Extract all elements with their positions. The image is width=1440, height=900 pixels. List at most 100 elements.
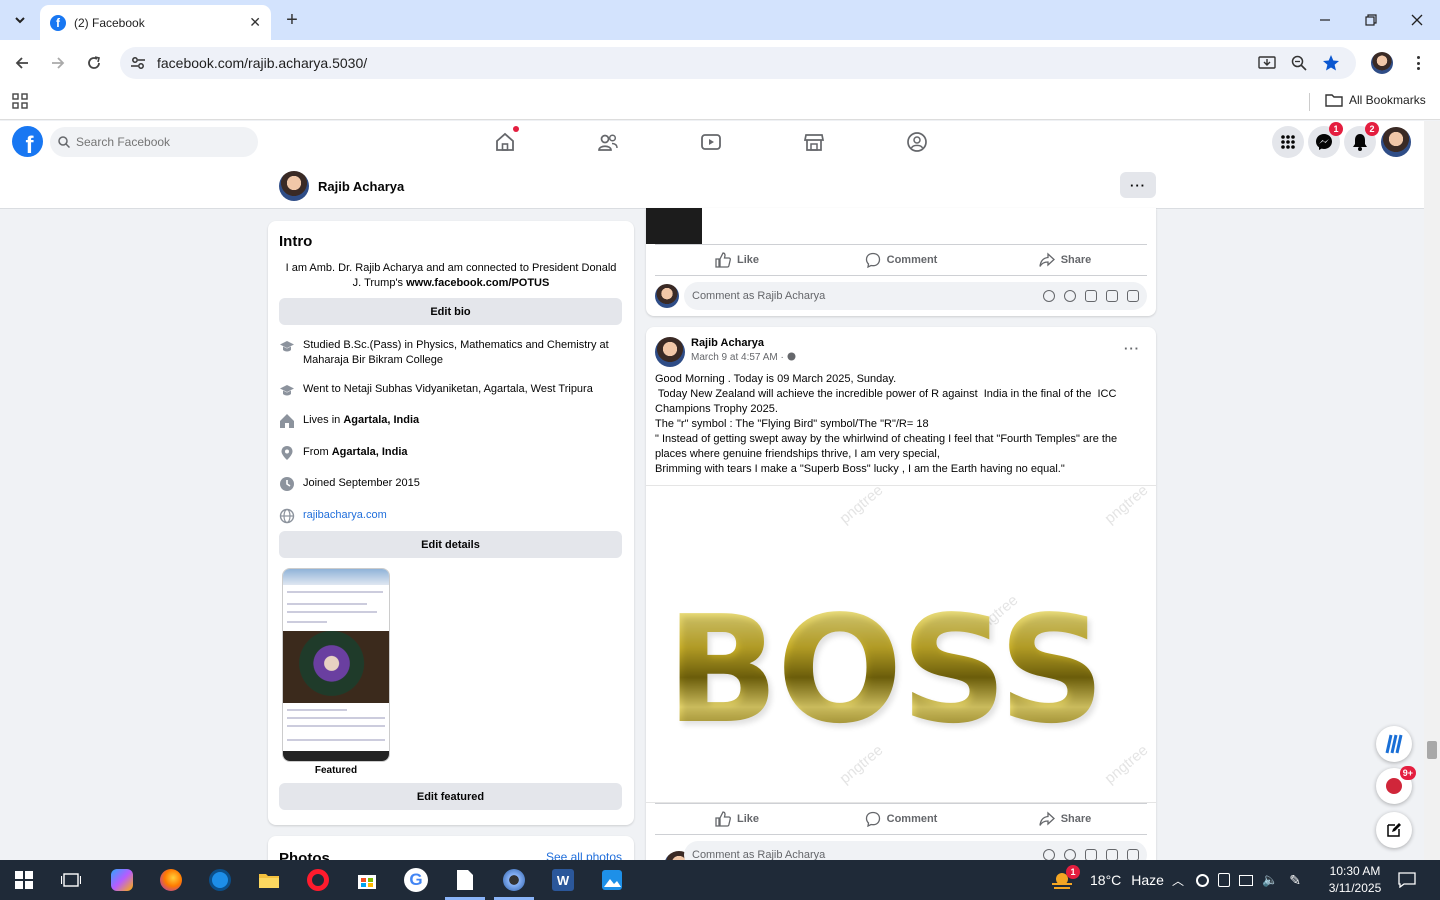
post-timestamp[interactable]: March 9 at 4:57 AM ·: [691, 352, 796, 363]
new-tab-button[interactable]: +: [280, 8, 304, 32]
comment-button[interactable]: Comment: [819, 245, 983, 275]
device-icon[interactable]: [1218, 873, 1231, 887]
search-input[interactable]: [76, 135, 246, 149]
install-app-icon[interactable]: [1258, 54, 1276, 72]
nav-friends[interactable]: [595, 129, 621, 155]
share-button[interactable]: Share: [983, 245, 1147, 275]
featured-thumb-line: [287, 621, 327, 623]
notepad-app[interactable]: [451, 866, 479, 894]
opera-app[interactable]: [304, 866, 332, 894]
detail-joined: Joined September 2015: [279, 476, 619, 492]
file-explorer-app[interactable]: [255, 866, 283, 894]
post-options-button[interactable]: ···: [1124, 341, 1140, 356]
profile-more-button[interactable]: ···: [1120, 172, 1156, 198]
new-message-button[interactable]: [1376, 812, 1412, 848]
chrome-app[interactable]: G: [402, 866, 430, 894]
nav-home[interactable]: [492, 126, 519, 155]
notification-center-button[interactable]: [1398, 860, 1416, 900]
edit-featured-button[interactable]: Edit featured: [279, 783, 622, 810]
notifications-button[interactable]: 2: [1344, 122, 1379, 158]
featured-thumb-line: [287, 709, 347, 711]
bookmark-star-icon[interactable]: [1322, 54, 1340, 72]
site-settings-icon[interactable]: [130, 55, 146, 71]
close-window-button[interactable]: [1394, 0, 1440, 40]
comment-button[interactable]: Comment: [819, 804, 983, 834]
copilot-app[interactable]: [108, 866, 136, 894]
volume-icon[interactable]: 🔈: [1262, 872, 1278, 888]
reload-button[interactable]: [80, 49, 108, 77]
pen-icon[interactable]: ✎: [1289, 872, 1301, 889]
sticker-icon[interactable]: [1127, 290, 1139, 302]
app-photos[interactable]: [500, 866, 528, 894]
apps-grid-icon[interactable]: [12, 93, 28, 109]
nav-marketplace[interactable]: [801, 129, 827, 155]
browser-profile-avatar[interactable]: [1371, 52, 1393, 74]
task-view-button[interactable]: [57, 866, 85, 894]
reload-icon: [88, 56, 100, 69]
word-app[interactable]: W: [549, 866, 577, 894]
nav-groups[interactable]: [904, 129, 930, 155]
gif-icon[interactable]: [1106, 290, 1118, 302]
emoji-icon[interactable]: [1064, 290, 1076, 302]
address-bar[interactable]: facebook.com/rajib.acharya.5030/: [120, 47, 1356, 79]
featured-thumbnail[interactable]: [282, 568, 390, 762]
facebook-logo-icon[interactable]: f: [12, 126, 43, 157]
like-button[interactable]: Like: [655, 804, 819, 834]
store-app[interactable]: [353, 866, 381, 894]
website-link[interactable]: rajibacharya.com: [303, 508, 387, 523]
post-card: Rajib Acharya March 9 at 4:57 AM · ··· G…: [646, 327, 1156, 887]
news-badge: 9+: [1399, 766, 1416, 780]
scrollbar-thumb[interactable]: [1427, 741, 1437, 759]
comment-input[interactable]: Comment as Rajib Acharya: [684, 282, 1147, 310]
profile-avatar[interactable]: [279, 171, 309, 201]
post-author-avatar[interactable]: [655, 337, 685, 367]
edit-details-button[interactable]: Edit details: [279, 531, 622, 558]
edit-bio-button[interactable]: Edit bio: [279, 298, 622, 325]
post-author-name[interactable]: Rajib Acharya: [691, 337, 764, 349]
minimize-button[interactable]: [1302, 0, 1348, 40]
messenger-button[interactable]: 1: [1308, 122, 1343, 158]
all-bookmarks-button[interactable]: All Bookmarks: [1325, 93, 1426, 107]
commenter-avatar[interactable]: [655, 284, 679, 308]
facebook-search[interactable]: [50, 127, 258, 157]
restore-button[interactable]: [1348, 0, 1394, 40]
icc-widget[interactable]: [1376, 726, 1412, 762]
chevron-up-icon[interactable]: ︿: [1172, 872, 1184, 889]
like-label: Like: [736, 813, 759, 825]
app-blue[interactable]: [206, 866, 234, 894]
browser-menu-icon[interactable]: [1410, 54, 1426, 72]
bookmarks-bar: All Bookmarks: [0, 86, 1440, 120]
from-place[interactable]: Agartala, India: [332, 446, 408, 458]
menu-button[interactable]: [1272, 126, 1304, 158]
featured-thumb-line: [287, 611, 377, 613]
nav-watch[interactable]: [698, 129, 724, 155]
back-button[interactable]: [8, 49, 36, 77]
share-icon: [1039, 811, 1055, 826]
system-clock[interactable]: 10:30 AM 3/11/2025: [1320, 863, 1390, 897]
news-widget[interactable]: 9+: [1376, 766, 1416, 804]
like-button[interactable]: Like: [655, 245, 819, 275]
close-tab-icon[interactable]: ✕: [249, 14, 261, 31]
network-icon[interactable]: [1239, 874, 1254, 886]
zoom-icon[interactable]: [1290, 54, 1308, 72]
start-button[interactable]: [10, 866, 38, 894]
share-button[interactable]: Share: [983, 804, 1147, 834]
intro-title: Intro: [279, 233, 313, 250]
weather-widget[interactable]: 1 18°C Haze: [1050, 860, 1164, 900]
share-label: Share: [1060, 813, 1092, 825]
record-icon[interactable]: [1196, 873, 1210, 887]
firefox-app[interactable]: [157, 866, 185, 894]
page-scrollbar[interactable]: [1424, 121, 1440, 860]
chevron-down-icon: [15, 17, 25, 24]
lives-place[interactable]: Agartala, India: [343, 414, 419, 426]
forward-button[interactable]: [44, 49, 72, 77]
bio-link[interactable]: www.facebook.com/POTUS: [406, 277, 549, 289]
camera-icon[interactable]: [1085, 290, 1097, 302]
profile-name[interactable]: Rajib Acharya: [318, 179, 404, 194]
avatar-sticker-icon[interactable]: [1043, 290, 1055, 302]
tab-search-button[interactable]: [6, 6, 34, 34]
post-image[interactable]: pngtree pngtree pngtree pngtree pngtree …: [646, 485, 1156, 803]
browser-tab-facebook[interactable]: f (2) Facebook ✕: [40, 5, 271, 40]
account-avatar[interactable]: [1381, 127, 1411, 157]
photo-viewer-app[interactable]: [598, 866, 626, 894]
